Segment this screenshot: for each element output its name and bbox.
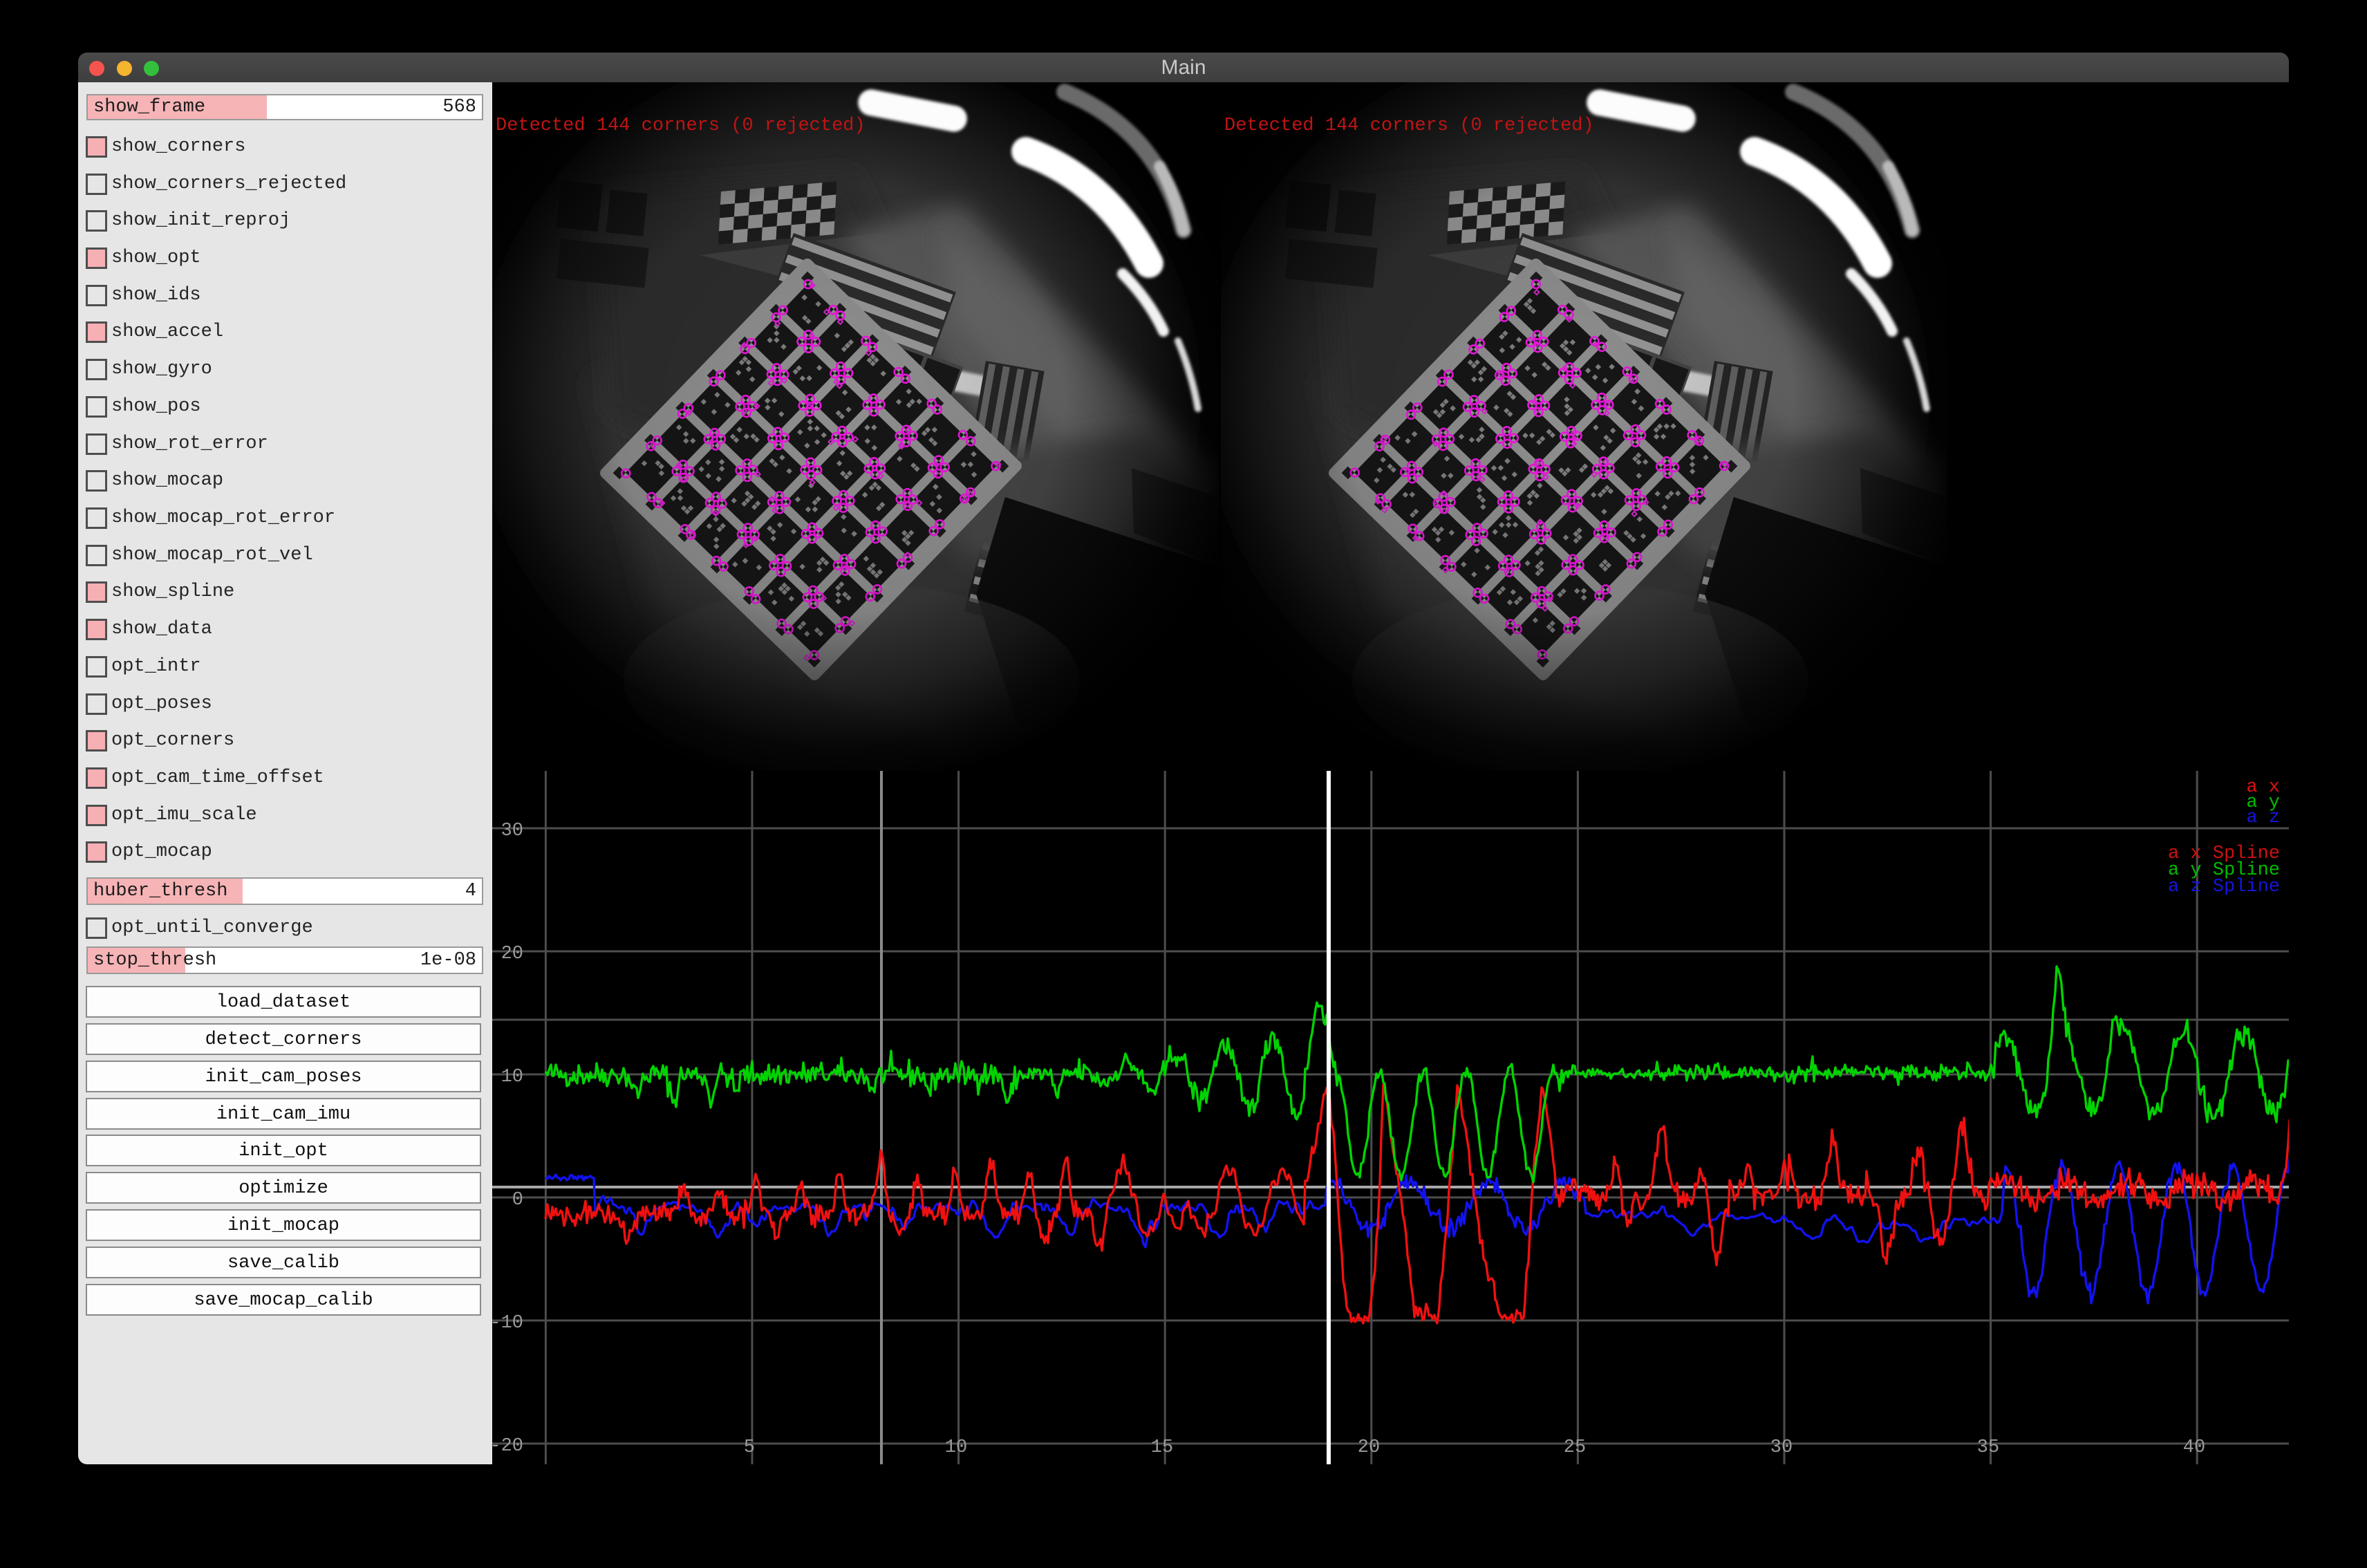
- svg-text:15: 15: [1151, 1437, 1173, 1458]
- svg-text:a z: a z: [2246, 808, 2280, 828]
- svg-text:25: 25: [1564, 1437, 1586, 1458]
- svg-text:35: 35: [1977, 1437, 1999, 1458]
- svg-text:-10: -10: [492, 1313, 523, 1334]
- svg-text:20: 20: [1358, 1437, 1380, 1458]
- svg-text:a z Spline: a z Spline: [2168, 877, 2280, 897]
- svg-text:0: 0: [512, 1190, 523, 1211]
- svg-text:20: 20: [501, 944, 523, 964]
- svg-text:5: 5: [744, 1437, 755, 1458]
- svg-text:40: 40: [2183, 1437, 2205, 1458]
- svg-text:10: 10: [501, 1067, 523, 1088]
- svg-text:30: 30: [501, 821, 523, 841]
- svg-text:10: 10: [945, 1437, 967, 1458]
- svg-text:30: 30: [1770, 1437, 1793, 1458]
- svg-text:Detected 144 corners (0 reject: Detected 144 corners (0 rejected): [1224, 115, 1594, 136]
- svg-text:-20: -20: [492, 1436, 523, 1457]
- svg-text:Detected 144 corners (0 reject: Detected 144 corners (0 rejected): [496, 115, 866, 136]
